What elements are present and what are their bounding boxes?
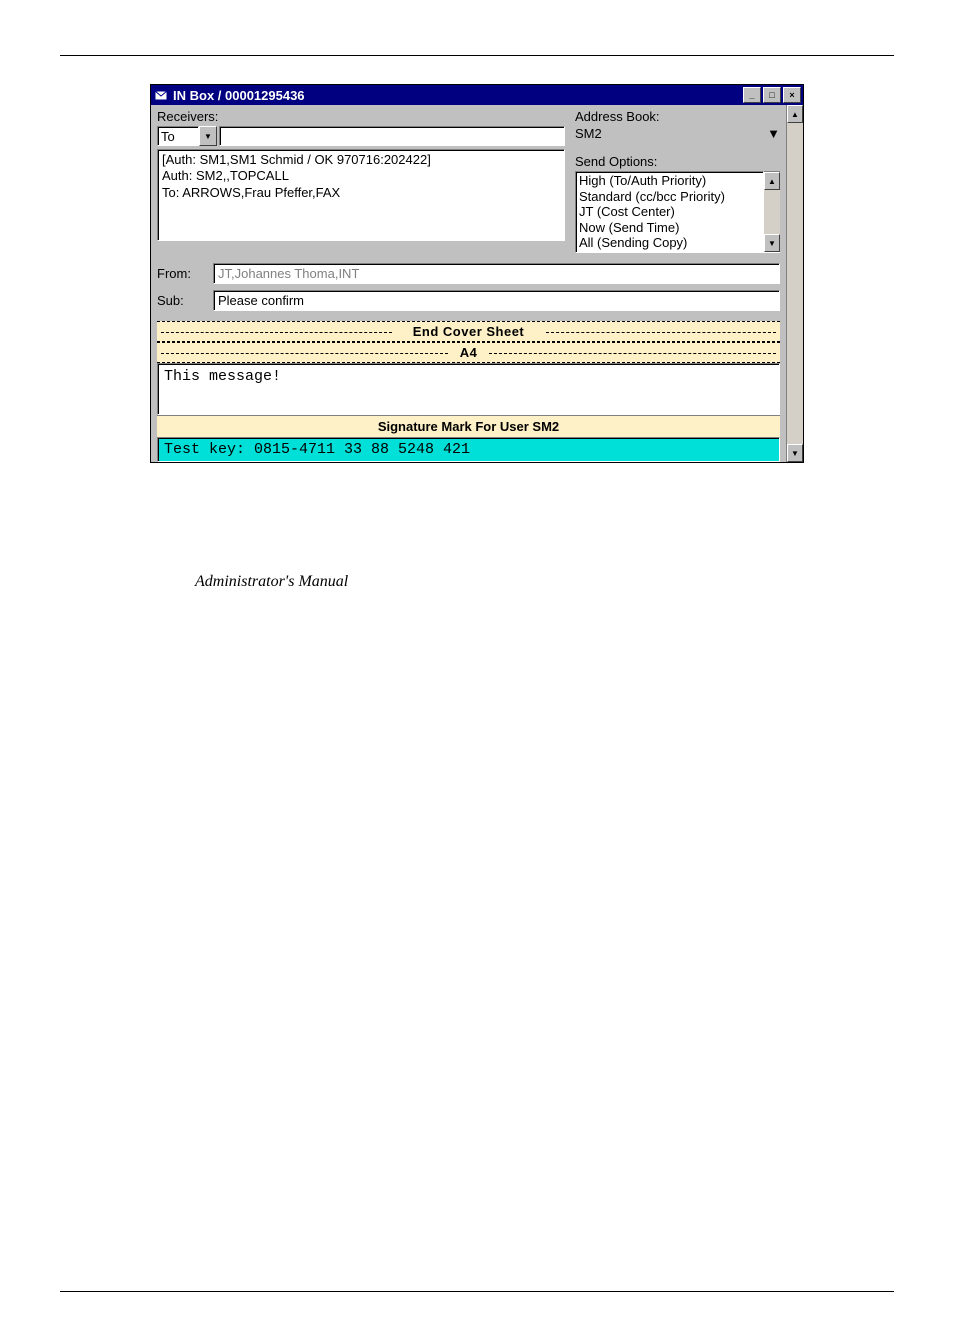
- list-item[interactable]: High (To/Auth Priority): [579, 173, 760, 189]
- list-item[interactable]: All (Sending Copy): [579, 235, 760, 251]
- receiver-type-combo[interactable]: To ▼: [157, 126, 217, 146]
- titlebar[interactable]: IN Box / 00001295436 _ □ ×: [151, 85, 803, 105]
- list-item[interactable]: JT (Cost Center): [579, 204, 760, 220]
- address-book-label: Address Book:: [575, 109, 780, 124]
- subject-field[interactable]: Please confirm: [213, 290, 780, 311]
- minimize-button[interactable]: _: [743, 87, 761, 103]
- send-options-scrollbar[interactable]: ▲ ▼: [764, 171, 780, 253]
- send-options-label: Send Options:: [575, 154, 780, 169]
- address-book-combo[interactable]: SM2 ▼: [575, 126, 780, 146]
- scroll-up-icon[interactable]: ▲: [787, 105, 803, 123]
- scroll-down-icon[interactable]: ▼: [764, 234, 780, 252]
- maximize-button[interactable]: □: [763, 87, 781, 103]
- receiver-type-value: To: [157, 126, 199, 146]
- receivers-list[interactable]: [Auth: SM1,SM1 Schmid / OK 970716:202422…: [157, 149, 565, 241]
- receivers-label: Receivers:: [157, 109, 565, 124]
- from-field: JT,Johannes Thoma,INT: [213, 263, 780, 284]
- app-icon: [153, 87, 169, 103]
- chevron-down-icon[interactable]: ▼: [199, 126, 217, 146]
- inbox-window: IN Box / 00001295436 _ □ × Receivers: To…: [150, 84, 804, 463]
- list-item[interactable]: Now (Send Time): [579, 220, 760, 236]
- message-body[interactable]: This message!: [157, 363, 780, 415]
- scroll-down-icon[interactable]: ▼: [787, 444, 803, 462]
- end-cover-separator: End Cover Sheet: [157, 321, 780, 342]
- receiver-entry-input[interactable]: [219, 126, 565, 146]
- a4-separator: A4: [157, 342, 780, 363]
- chevron-down-icon[interactable]: ▼: [767, 126, 780, 146]
- window-scrollbar[interactable]: ▲ ▼: [786, 105, 803, 462]
- close-button[interactable]: ×: [783, 87, 801, 103]
- list-item[interactable]: Standard (cc/bcc Priority): [579, 189, 760, 205]
- send-options-list[interactable]: High (To/Auth Priority) Standard (cc/bcc…: [575, 171, 780, 253]
- scroll-up-icon[interactable]: ▲: [764, 172, 780, 190]
- signature-band: Signature Mark For User SM2: [157, 415, 780, 437]
- test-key-field: Test key: 0815-4711 33 88 5248 421: [157, 437, 780, 462]
- window-title: IN Box / 00001295436: [173, 88, 741, 103]
- subject-label: Sub:: [157, 293, 213, 308]
- footnote-text: Administrator's Manual: [60, 573, 894, 591]
- from-label: From:: [157, 266, 213, 281]
- address-book-value: SM2: [575, 126, 767, 146]
